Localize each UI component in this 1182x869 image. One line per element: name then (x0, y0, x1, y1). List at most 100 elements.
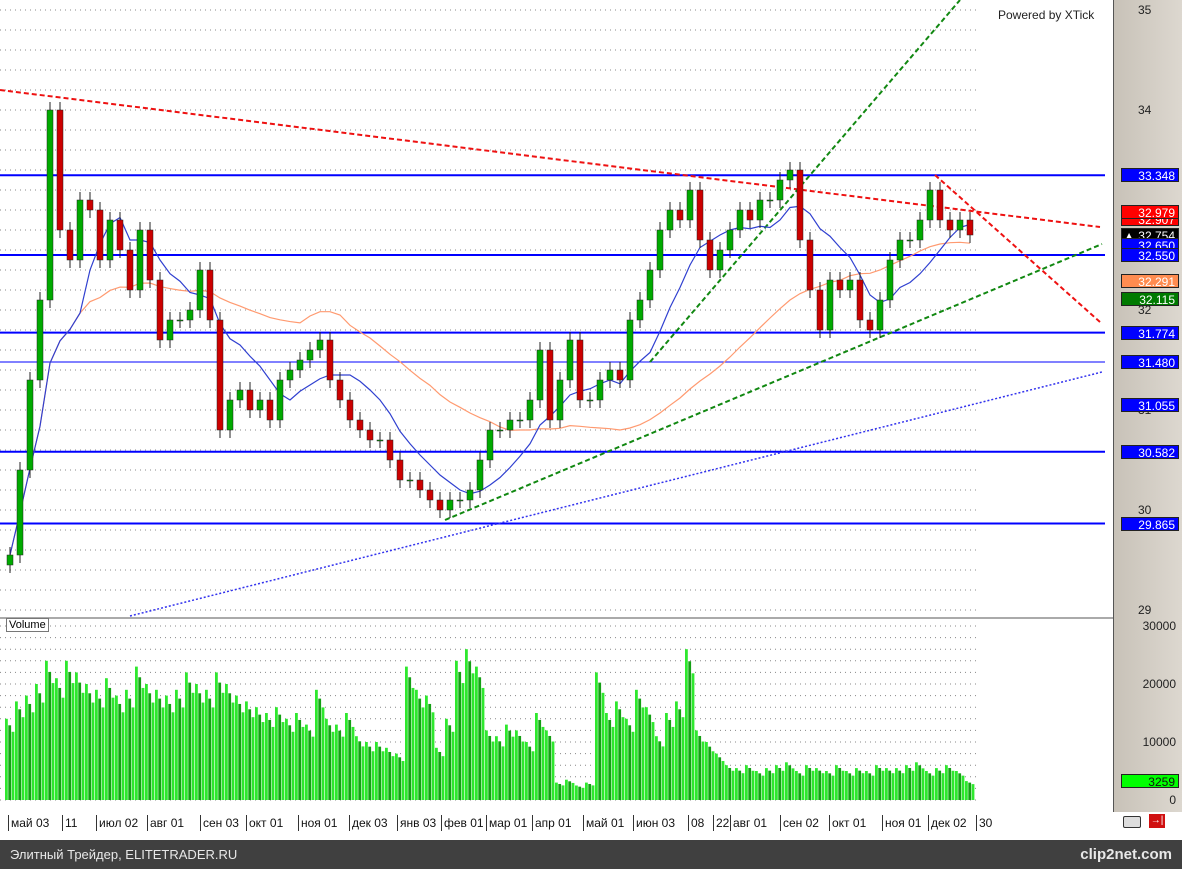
volume-bar (378, 746, 382, 800)
candle-body (576, 339, 584, 401)
volume-bar (121, 712, 125, 800)
volume-bar (901, 773, 905, 800)
volume-bar (71, 683, 75, 800)
date-label: 22 (713, 815, 729, 831)
price-tag: 32.115 (1121, 291, 1179, 307)
volume-bar (518, 735, 522, 800)
volume-bar (861, 773, 865, 800)
volume-bar (778, 767, 782, 800)
date-label: май 03 (8, 815, 49, 831)
volume-bar (418, 698, 422, 800)
price-tag: 31.480 (1121, 355, 1179, 370)
volume-bar (81, 692, 85, 800)
volume-bar (315, 689, 318, 800)
volume-bar (931, 775, 935, 800)
long-support-trendline (129, 371, 1103, 617)
volume-bar (308, 730, 312, 800)
candle-body (606, 369, 614, 381)
volume-bar (148, 693, 152, 800)
candle-body (26, 379, 34, 471)
candle-body (316, 339, 324, 351)
date-label: фев 01 (441, 815, 484, 831)
candle-body (176, 319, 184, 322)
volume-bar (938, 770, 942, 800)
volume-bar (495, 736, 498, 800)
volume-bar (971, 784, 975, 800)
candle-body (476, 459, 484, 491)
candle-body (46, 109, 54, 301)
volume-bar (705, 742, 708, 800)
candle-body (896, 239, 904, 261)
volume-bar (751, 770, 755, 800)
scroll-end-icon[interactable]: →| (1149, 814, 1165, 828)
volume-bar (711, 751, 715, 800)
volume-bar (848, 773, 852, 800)
candle-body (366, 429, 374, 441)
volume-bar (425, 695, 428, 800)
volume-bar (351, 726, 355, 800)
volume-bar (61, 697, 65, 800)
volume-bar (571, 782, 575, 800)
volume-bar (421, 707, 425, 800)
volume-bar (128, 698, 132, 800)
volume-bar (708, 746, 712, 800)
candle-body (596, 379, 604, 401)
link-icon[interactable] (1123, 816, 1141, 828)
volume-bar (145, 684, 148, 800)
volume-bar (645, 707, 648, 800)
volume-bar (348, 719, 352, 800)
volume-bar (441, 756, 445, 800)
volume-bar (281, 722, 285, 800)
volume-bar (108, 687, 112, 800)
date-label: 11 (62, 815, 77, 831)
volume-bar (851, 775, 855, 800)
candle-body (6, 554, 14, 566)
volume-bar (201, 702, 205, 800)
candle-body (636, 299, 644, 321)
volume-bar (8, 725, 12, 800)
date-label: ноя 01 (298, 815, 337, 831)
volume-bar (131, 707, 135, 800)
candle-body (816, 289, 824, 331)
volume-bar (268, 719, 272, 800)
candle-body (676, 209, 684, 221)
candle-body (406, 479, 414, 482)
volume-bar (935, 768, 938, 800)
volume-bar (621, 717, 625, 800)
volume-bar (251, 717, 255, 800)
candle-body (776, 179, 784, 201)
candle-body (616, 369, 624, 381)
candle-body (536, 349, 544, 401)
volume-bar (528, 746, 532, 800)
volume-bar (828, 773, 832, 800)
volume-bar (135, 666, 138, 800)
volume-bar (758, 773, 762, 800)
support-trendline (444, 243, 1103, 521)
volume-bar (175, 689, 178, 800)
volume-bar (415, 689, 418, 800)
candle-body (666, 209, 674, 231)
volume-bar (51, 683, 55, 800)
volume-bar (671, 726, 675, 800)
candle-body (36, 299, 44, 381)
volume-bar (538, 719, 542, 800)
volume-bar (898, 770, 902, 800)
volume-bar (895, 768, 898, 800)
volume-bar (371, 751, 375, 800)
volume-bar (75, 672, 78, 800)
volume-bar (288, 725, 292, 800)
ma-fast-line (9, 205, 971, 556)
volume-bar (461, 683, 465, 800)
volume-bar (331, 731, 335, 800)
volume-bar (465, 649, 468, 800)
volume-bar (491, 741, 495, 800)
volume-bar (885, 768, 888, 800)
volume-bar (41, 702, 45, 800)
volume-bar (275, 707, 278, 800)
volume-bar (698, 735, 702, 800)
volume-bar (398, 757, 402, 800)
volume-bar (955, 771, 958, 800)
volume-bar (205, 689, 208, 800)
volume-bar (755, 771, 758, 800)
candle-body (696, 189, 704, 241)
